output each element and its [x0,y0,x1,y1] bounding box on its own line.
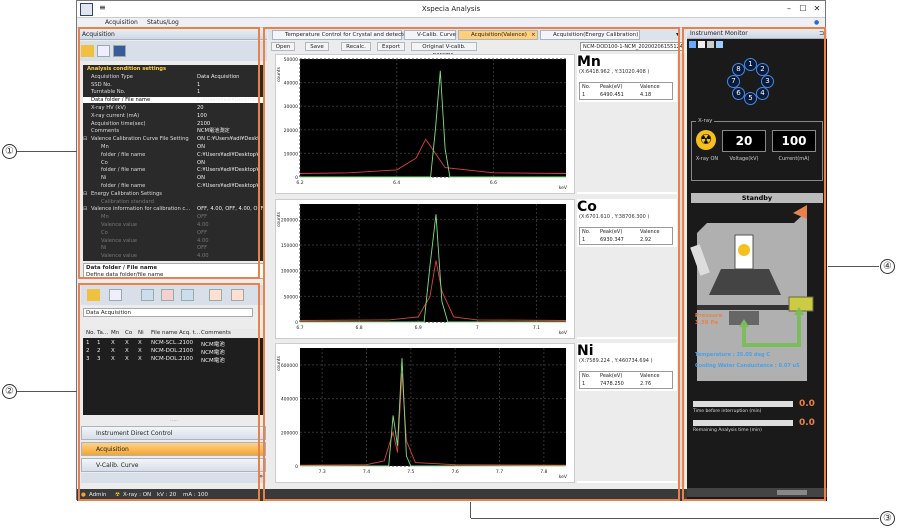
region-frame-2 [78,283,260,501]
region-frame-4 [682,27,826,501]
callout-line-2 [17,391,77,392]
callout-2: ② [2,384,17,399]
help-icon[interactable]: ● [814,19,819,26]
callout-line-1 [17,151,77,152]
title-bar: ≡ Xspecia Analysis – ☐ ✕ [77,1,825,18]
region-frame-1 [78,27,260,279]
menu-status-log[interactable]: Status/Log [147,19,179,26]
window-title: Xspecia Analysis [421,5,481,13]
callout-4: ④ [880,259,895,274]
region-frame-3 [263,27,680,501]
minimize-icon[interactable]: – [782,3,796,15]
close-icon[interactable]: ✕ [810,3,824,15]
menu-acquisition[interactable]: Acquisition [105,19,138,26]
callout-3: ③ [880,511,895,526]
callout-line-3 [471,518,879,519]
maximize-icon[interactable]: ☐ [796,3,810,15]
callout-line-3-vert [470,502,471,518]
callout-1: ① [2,144,17,159]
callout-line-4 [828,266,879,267]
